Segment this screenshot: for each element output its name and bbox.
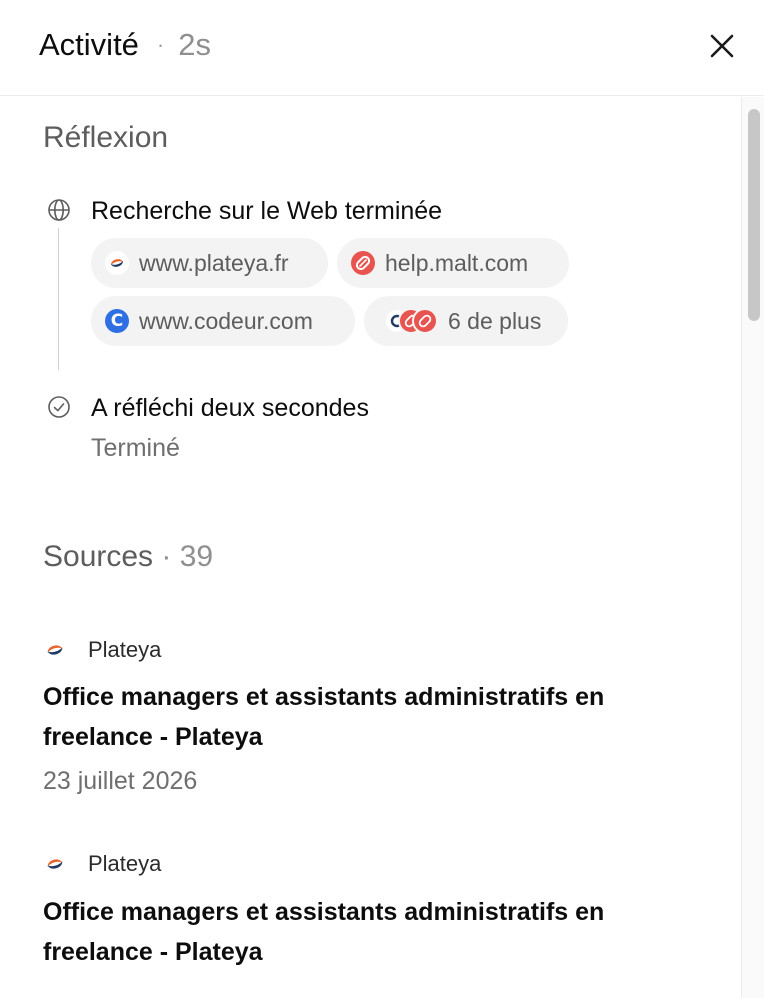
source-title[interactable]: Office managers et assistants administra…: [43, 677, 703, 757]
sources-title: Sources: [43, 540, 154, 573]
source-site: Plateya: [44, 635, 161, 665]
reflection-section-title: Réflexion: [43, 121, 169, 154]
scrollbar[interactable]: [741, 97, 764, 998]
activity-panel: Activité · 2s Réflexion Recherche sur le W…: [0, 0, 764, 998]
plateya-favicon-icon: [105, 251, 129, 275]
check-circle-icon: [46, 394, 72, 420]
source-site: Plateya: [44, 849, 161, 879]
sources-separator: ·: [161, 540, 172, 573]
source-site-name: Plateya: [88, 637, 162, 662]
close-button[interactable]: [700, 24, 744, 68]
plateya-favicon-icon: [47, 645, 63, 655]
malt-favicon-icon: [351, 251, 375, 275]
timeline-connector: [58, 228, 59, 370]
search-step-label: Recherche sur le Web terminée: [91, 197, 443, 225]
chip-label: help.malt.com: [385, 249, 529, 276]
source-date: 23 juillet 2026: [43, 767, 198, 795]
chip-label: 6 de plus: [448, 307, 542, 334]
header-title-group: Activité · 2s: [39, 25, 211, 65]
source-chip-plateya[interactable]: www.plateya.fr: [91, 238, 328, 288]
panel-header: Activité · 2s: [0, 0, 764, 96]
chip-label: www.plateya.fr: [139, 249, 289, 276]
source-chip-malt[interactable]: help.malt.com: [337, 238, 569, 288]
sources-count: 39: [179, 540, 214, 573]
stacked-favicons-icon: [384, 308, 438, 334]
codeur-favicon-icon: C: [105, 309, 129, 333]
think-step-status: Terminé: [91, 434, 180, 462]
think-step-label: A réfléchi deux secondes: [91, 394, 369, 422]
activity-scroll-area[interactable]: Réflexion Recherche sur le Web terminée …: [0, 97, 741, 998]
plateya-favicon-icon: [47, 859, 63, 869]
close-icon: [710, 34, 734, 58]
scrollbar-thumb[interactable]: [748, 109, 760, 321]
source-title[interactable]: Office managers et assistants administra…: [43, 892, 703, 972]
globe-icon: [46, 197, 72, 223]
sources-section-title: Sources · 39: [43, 538, 213, 576]
activity-duration: 2s: [178, 27, 211, 62]
panel-title: Activité: [39, 27, 139, 62]
source-site-name: Plateya: [88, 851, 162, 876]
header-separator: ·: [156, 32, 165, 57]
source-chip-codeur[interactable]: C www.codeur.com: [91, 296, 355, 346]
malt-mini-icon: [412, 308, 438, 334]
more-sources-chip[interactable]: 6 de plus: [364, 296, 568, 346]
chip-label: www.codeur.com: [139, 307, 313, 334]
